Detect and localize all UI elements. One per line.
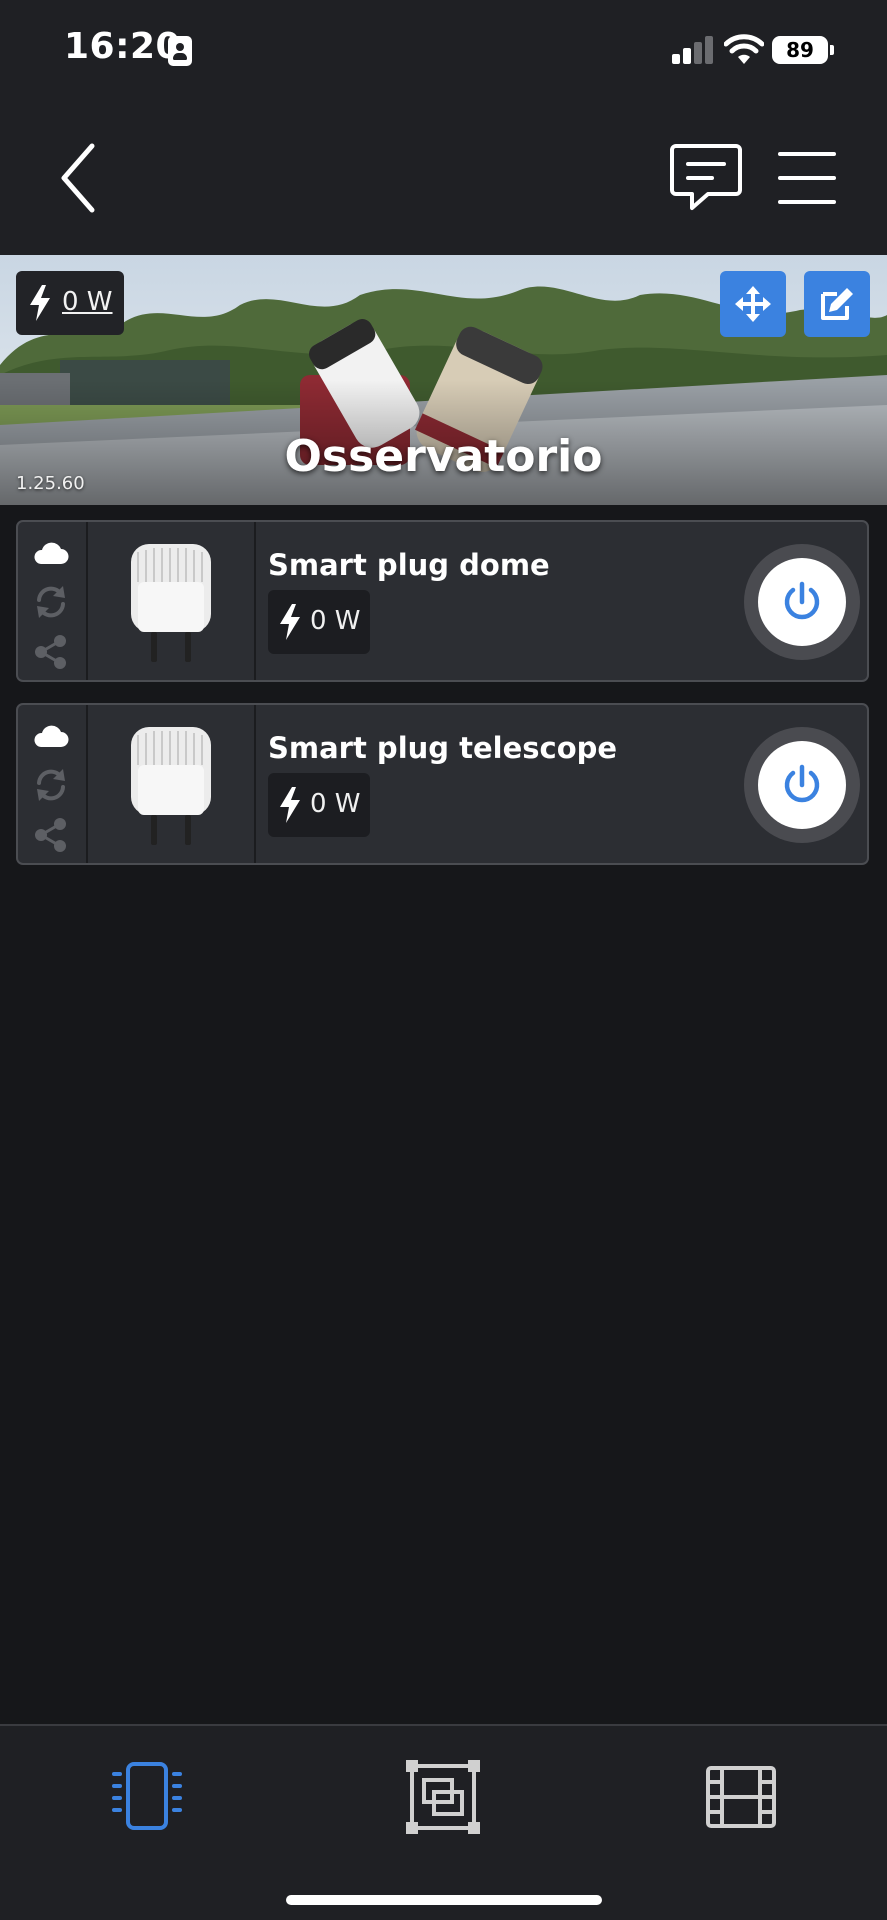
rooms-icon[interactable] <box>398 1758 488 1838</box>
room-title: Osservatorio <box>284 431 603 482</box>
cloud-icon <box>34 725 69 747</box>
status-time: 16:20 <box>64 26 182 67</box>
smart-plug-image <box>131 522 256 680</box>
chevron-left-icon[interactable] <box>56 140 106 216</box>
bolt-icon <box>280 604 300 640</box>
device-name: Smart plug telescope <box>268 731 618 765</box>
devices-icon[interactable] <box>102 1758 192 1838</box>
edit-icon <box>821 288 853 320</box>
home-indicator <box>286 1895 602 1905</box>
share-icon[interactable] <box>33 817 69 853</box>
smart-plug-image <box>131 705 256 863</box>
device-card[interactable]: Smart plug dome 0 W <box>16 520 869 682</box>
room-banner[interactable]: 0 W Osservatorio 1.25.60 <box>0 255 887 505</box>
scenes-icon[interactable] <box>696 1758 786 1838</box>
power-button[interactable] <box>758 558 846 646</box>
sync-icon[interactable] <box>33 767 69 803</box>
battery-icon: 89 <box>772 36 828 64</box>
edit-button[interactable] <box>804 271 870 337</box>
app-version: 1.25.60 <box>16 473 85 494</box>
power-toggle[interactable] <box>744 544 860 660</box>
status-bar: 16:20 89 <box>0 0 887 100</box>
hamburger-menu-icon[interactable] <box>776 148 838 208</box>
device-power: 0 W <box>268 773 370 837</box>
power-icon <box>784 764 820 803</box>
share-icon[interactable] <box>33 634 69 670</box>
bolt-icon <box>30 285 50 321</box>
device-name: Smart plug dome <box>268 548 550 582</box>
device-status-column <box>18 705 88 863</box>
bolt-icon <box>280 787 300 823</box>
device-power-value: 0 W <box>310 606 361 636</box>
device-power: 0 W <box>268 590 370 654</box>
room-total-power-value: 0 W <box>62 287 113 317</box>
move-button[interactable] <box>720 271 786 337</box>
move-arrows-icon <box>735 286 771 322</box>
chat-icon[interactable] <box>668 140 744 216</box>
cloud-icon <box>34 542 69 564</box>
device-power-value: 0 W <box>310 789 361 819</box>
bottom-nav <box>0 1724 887 1920</box>
room-total-power[interactable]: 0 W <box>16 271 124 335</box>
power-toggle[interactable] <box>744 727 860 843</box>
cellular-signal-icon <box>672 36 714 64</box>
device-card[interactable]: Smart plug telescope 0 W <box>16 703 869 865</box>
app-header <box>0 100 887 255</box>
power-button[interactable] <box>758 741 846 829</box>
power-icon <box>784 581 820 620</box>
device-status-column <box>18 522 88 680</box>
contact-card-icon <box>168 36 192 66</box>
wifi-icon <box>724 34 764 64</box>
sync-icon[interactable] <box>33 584 69 620</box>
battery-tip <box>830 45 834 55</box>
